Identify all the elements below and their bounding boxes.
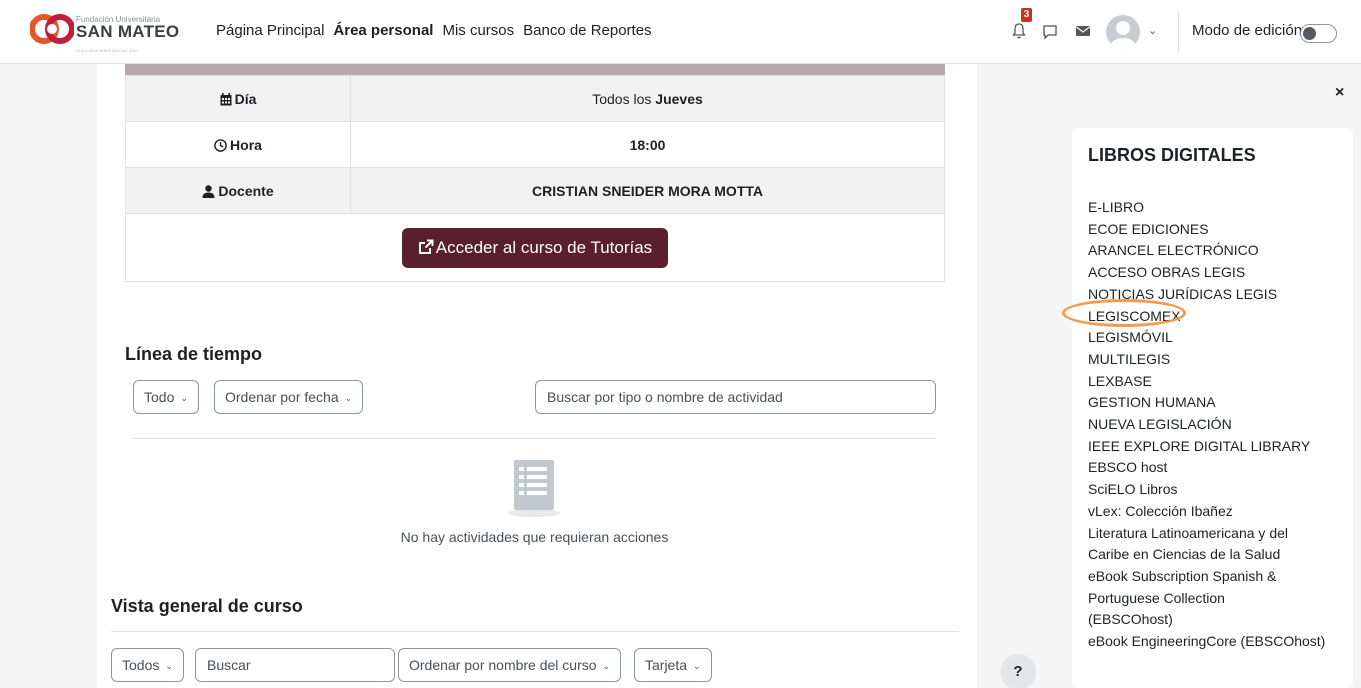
calendar-icon — [220, 92, 232, 105]
hour-label-cell: Hora — [125, 121, 351, 168]
logo-tagline: VIGILADA MINEDUCACIÓN — [76, 48, 138, 53]
digital-books-title: LIBROS DIGITALES — [1088, 145, 1256, 165]
empty-list-icon — [508, 460, 560, 517]
book-link[interactable]: EBSCO host — [1088, 457, 1338, 479]
logo-mark-icon — [30, 14, 74, 44]
day-value: Jueves — [655, 90, 703, 107]
edit-mode-label: Modo de edición — [1192, 22, 1303, 39]
user-icon — [202, 184, 215, 198]
tutoria-info-table: Día Todos los Jueves Hora 18:00 Docente … — [125, 75, 945, 282]
edit-mode-toggle[interactable] — [1300, 24, 1337, 43]
timeline-empty-message: No hay actividades que requieran accione… — [400, 529, 669, 545]
top-navbar: Fundación Universitaria SAN MATEO VIGILA… — [0, 0, 1361, 64]
user-avatar[interactable] — [1106, 15, 1140, 49]
book-link[interactable]: ACCESO OBRAS LEGIS — [1088, 262, 1338, 284]
chat-icon[interactable] — [1042, 24, 1058, 40]
book-link[interactable]: Literatura Latinoamericana y del Caribe … — [1088, 523, 1308, 566]
chevron-down-icon: ⌄ — [165, 661, 173, 671]
teacher-label: Docente — [218, 182, 274, 199]
chevron-down-icon: ⌄ — [180, 393, 188, 403]
access-tutorias-label: Acceder al curso de Tutorías — [435, 237, 653, 257]
notification-badge: 3 — [1021, 8, 1032, 22]
timeline-filter-select[interactable]: Todo ⌄ — [133, 380, 199, 414]
day-value-prefix: Todos los — [592, 90, 656, 107]
book-link[interactable]: NUEVA LEGISLACIÓN — [1088, 414, 1338, 436]
timeline-title: Línea de tiempo — [125, 344, 263, 364]
access-tutorias-button[interactable]: Acceder al curso de Tutorías — [401, 227, 669, 268]
book-link[interactable]: GESTION HUMANA — [1088, 392, 1338, 414]
external-link-icon — [418, 239, 434, 254]
teacher-label-cell: Docente — [125, 167, 351, 214]
timeline-filter-value: Todo — [144, 389, 175, 405]
course-view-value: Tarjeta — [645, 657, 688, 673]
tutoria-header-bar — [125, 64, 945, 75]
navbar-divider — [1178, 10, 1179, 54]
timeline-divider — [133, 438, 936, 439]
close-drawer-icon[interactable]: × — [1335, 84, 1344, 102]
course-search-input[interactable]: Buscar — [195, 648, 395, 682]
day-label: Día — [234, 90, 257, 107]
table-row: Docente CRISTIAN SNEIDER MORA MOTTA — [125, 167, 945, 214]
mail-icon[interactable] — [1075, 24, 1091, 38]
hour-label: Hora — [230, 136, 262, 153]
toggle-knob — [1303, 27, 1316, 40]
hour-value: 18:00 — [350, 121, 945, 168]
chevron-down-icon[interactable]: ⌄ — [1148, 24, 1157, 37]
book-link[interactable]: LEGISMÓVIL — [1088, 327, 1338, 349]
book-link[interactable]: IEEE EXPLORE DIGITAL LIBRARY — [1088, 436, 1338, 458]
table-row: Día Todos los Jueves — [125, 75, 945, 122]
chevron-down-icon: ⌄ — [602, 661, 611, 671]
nav-mis-cursos[interactable]: Mis cursos — [442, 22, 514, 39]
course-overview-title: Vista general de curso — [111, 596, 303, 616]
book-link[interactable]: NOTICIAS JURÍDICAS LEGIS — [1088, 284, 1338, 306]
book-link[interactable]: MULTILEGIS — [1088, 349, 1338, 371]
book-link-legiscomex[interactable]: LEGISCOMEX — [1088, 306, 1338, 328]
button-cell: Acceder al curso de Tutorías — [125, 213, 945, 282]
timeline-search-input[interactable]: Buscar por tipo o nombre de actividad — [535, 380, 936, 414]
site-logo[interactable]: Fundación Universitaria SAN MATEO VIGILA… — [30, 12, 190, 56]
book-link[interactable]: eBook Subscription Spanish & Portuguese … — [1088, 566, 1313, 631]
book-link[interactable]: ARANCEL ELECTRÓNICO — [1088, 240, 1338, 262]
chevron-down-icon: ⌄ — [344, 393, 353, 403]
course-overview-divider — [111, 631, 959, 632]
book-link[interactable]: SciELO Libros — [1088, 479, 1338, 501]
avatar-silhouette-icon — [1110, 21, 1136, 49]
chevron-down-icon: ⌄ — [693, 661, 701, 671]
clock-icon — [214, 138, 227, 152]
digital-books-list: E-LIBRO ECOE EDICIONES ARANCEL ELECTRÓNI… — [1088, 197, 1338, 653]
nav-area-personal[interactable]: Área personal — [333, 22, 433, 39]
primary-nav: Página Principal Área personal Mis curso… — [216, 22, 652, 39]
teacher-value: CRISTIAN SNEIDER MORA MOTTA — [350, 167, 945, 214]
course-filter-value: Todos — [122, 657, 160, 673]
course-sort-select[interactable]: Ordenar por nombre del curso ⌄ — [398, 648, 622, 682]
book-link[interactable]: eBook EngineeringCore (EBSCOhost) — [1088, 631, 1338, 653]
table-row: Hora 18:00 — [125, 121, 945, 168]
day-value-cell: Todos los Jueves — [350, 75, 945, 122]
book-link[interactable]: LEXBASE — [1088, 371, 1338, 393]
book-link[interactable]: E-LIBRO — [1088, 197, 1338, 219]
timeline-sort-value: Ordenar por fecha — [225, 389, 339, 405]
course-filter-select[interactable]: Todos ⌄ — [111, 648, 184, 682]
logo-title: SAN MATEO — [76, 22, 180, 41]
timeline-sort-select[interactable]: Ordenar por fecha ⌄ — [214, 380, 364, 414]
bell-icon[interactable] — [1012, 22, 1026, 40]
day-label-cell: Día — [125, 75, 351, 122]
table-row: Acceder al curso de Tutorías — [125, 213, 945, 282]
book-link[interactable]: ECOE EDICIONES — [1088, 219, 1338, 241]
course-view-select[interactable]: Tarjeta ⌄ — [634, 648, 712, 682]
nav-pagina-principal[interactable]: Página Principal — [216, 22, 324, 39]
help-button[interactable]: ? — [1000, 654, 1036, 688]
course-sort-value: Ordenar por nombre del curso — [409, 657, 597, 673]
nav-banco-reportes[interactable]: Banco de Reportes — [523, 22, 651, 39]
book-link[interactable]: vLex: Colección Ibañez — [1088, 501, 1338, 523]
